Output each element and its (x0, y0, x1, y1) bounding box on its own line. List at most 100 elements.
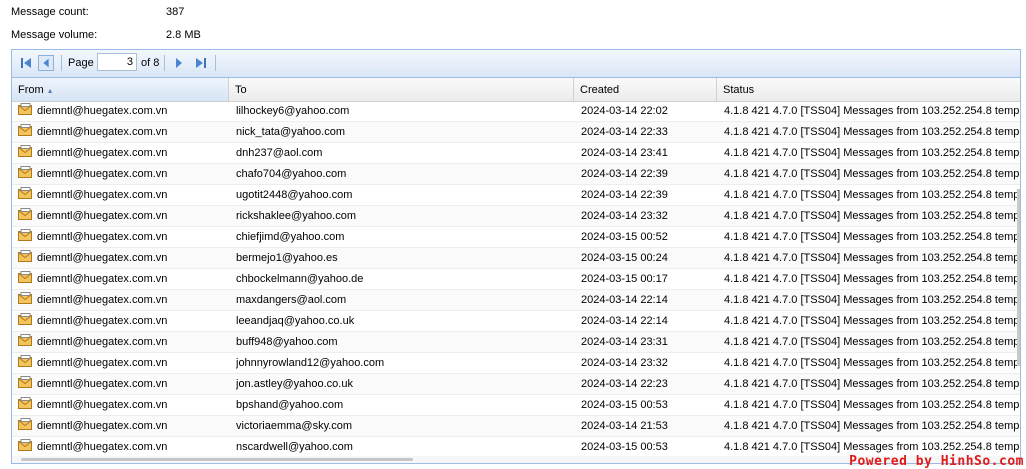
message-grid: Page of 8 From▲ To Created Status diemnt… (11, 49, 1021, 464)
from-cell: diemntl@huegatex.com.vn (18, 185, 228, 205)
to-address: victoriaemma@sky.com (236, 420, 353, 432)
column-header-from-label: From (18, 84, 44, 96)
from-cell: diemntl@huegatex.com.vn (18, 437, 228, 457)
table-row[interactable]: diemntl@huegatex.com.vn nick_tata@yahoo.c… (12, 122, 1020, 143)
to-address: chiefjimd@yahoo.com (236, 231, 345, 243)
status-text: 4.1.8 421 4.7.0 [TSS04] Messages from 10… (724, 126, 1020, 138)
previous-page-icon[interactable] (38, 55, 54, 71)
envelope-icon (18, 166, 33, 179)
toolbar-separator (164, 55, 165, 71)
message-volume-row: Message volume: 2.8 MB (11, 23, 411, 46)
message-count-value: 387 (166, 6, 185, 18)
table-row[interactable]: diemntl@huegatex.com.vn maxdangers@aol.co… (12, 290, 1020, 311)
column-header-from[interactable]: From ▲ (12, 78, 229, 101)
toolbar-separator (215, 55, 216, 71)
from-cell: diemntl@huegatex.com.vn (18, 332, 228, 352)
envelope-icon (18, 418, 33, 431)
sort-ascending-icon: ▲ (46, 88, 54, 95)
status-text: 4.1.8 421 4.7.0 [TSS04] Messages from 10… (724, 420, 1020, 432)
to-address: johnnyrowland12@yahoo.com (236, 357, 385, 369)
to-address: buff948@yahoo.com (236, 336, 338, 348)
watermark: Powered by HinhSo.com (849, 454, 1024, 469)
to-address: leeandjaq@yahoo.co.uk (236, 315, 355, 327)
table-row[interactable]: diemntl@huegatex.com.vn leeandjaq@yahoo.c… (12, 311, 1020, 332)
from-address: diemntl@huegatex.com.vn (37, 315, 168, 327)
to-address: ugotit2448@yahoo.com (236, 189, 353, 201)
column-header-status[interactable]: Status (717, 78, 1020, 101)
from-cell: diemntl@huegatex.com.vn (18, 269, 228, 289)
from-cell: diemntl@huegatex.com.vn (18, 164, 228, 184)
status-text: 4.1.8 421 4.7.0 [TSS04] Messages from 10… (724, 210, 1020, 222)
status-text: 4.1.8 421 4.7.0 [TSS04] Messages from 10… (724, 378, 1020, 390)
table-row[interactable]: diemntl@huegatex.com.vn bpshand@yahoo.com… (12, 395, 1020, 416)
paging-toolbar: Page of 8 (12, 50, 1020, 78)
from-address: diemntl@huegatex.com.vn (37, 105, 168, 117)
status-text: 4.1.8 421 4.7.0 [TSS04] Messages from 10… (724, 273, 1020, 285)
table-row[interactable]: diemntl@huegatex.com.vn rickshaklee@yahoo… (12, 206, 1020, 227)
from-address: diemntl@huegatex.com.vn (37, 147, 168, 159)
table-row[interactable]: diemntl@huegatex.com.vn chafo704@yahoo.co… (12, 164, 1020, 185)
table-row[interactable]: diemntl@huegatex.com.vn buff948@yahoo.com… (12, 332, 1020, 353)
envelope-icon (18, 334, 33, 347)
message-volume-label: Message volume: (11, 29, 98, 41)
from-address: diemntl@huegatex.com.vn (37, 210, 168, 222)
horizontal-scrollbar-thumb[interactable] (21, 458, 413, 461)
to-address: maxdangers@aol.com (236, 294, 347, 306)
to-address: rickshaklee@yahoo.com (236, 210, 356, 222)
first-page-icon[interactable] (18, 55, 34, 71)
envelope-icon (18, 250, 33, 263)
from-address: diemntl@huegatex.com.vn (37, 273, 168, 285)
table-row[interactable]: diemntl@huegatex.com.vn jon.astley@yahoo.… (12, 374, 1020, 395)
column-header-status-label: Status (723, 84, 755, 96)
status-text: 4.1.8 421 4.7.0 [TSS04] Messages from 10… (724, 336, 1020, 348)
table-row[interactable]: diemntl@huegatex.com.vn ugotit2448@yahoo.… (12, 185, 1020, 206)
to-address: chafo704@yahoo.com (236, 168, 347, 180)
from-address: diemntl@huegatex.com.vn (37, 378, 168, 390)
from-address: diemntl@huegatex.com.vn (37, 231, 168, 243)
to-address: chbockelmann@yahoo.de (236, 273, 364, 285)
from-address: diemntl@huegatex.com.vn (37, 420, 168, 432)
grid-body: diemntl@huegatex.com.vn lilhockey6@yahoo.… (12, 101, 1020, 458)
table-row[interactable]: diemntl@huegatex.com.vn johnnyrowland12@y… (12, 353, 1020, 374)
created-time: 2024-03-15 00:53 (581, 399, 668, 411)
vertical-scrollbar[interactable] (1017, 189, 1020, 366)
from-address: diemntl@huegatex.com.vn (37, 126, 168, 138)
page-number-input[interactable] (97, 53, 137, 71)
table-row[interactable]: diemntl@huegatex.com.vn chbockelmann@yaho… (12, 269, 1020, 290)
message-volume-value: 2.8 MB (166, 29, 201, 41)
status-text: 4.1.8 421 4.7.0 [TSS04] Messages from 10… (724, 168, 1020, 180)
from-cell: diemntl@huegatex.com.vn (18, 101, 228, 121)
from-address: diemntl@huegatex.com.vn (37, 189, 168, 201)
from-address: diemntl@huegatex.com.vn (37, 252, 168, 264)
to-address: nick_tata@yahoo.com (236, 126, 346, 138)
column-header-to-label: To (235, 84, 247, 96)
envelope-icon (18, 313, 33, 326)
from-cell: diemntl@huegatex.com.vn (18, 395, 228, 415)
message-count-row: Message count: 387 (11, 0, 411, 23)
to-address: bermejo1@yahoo.es (236, 252, 338, 264)
status-text: 4.1.8 421 4.7.0 [TSS04] Messages from 10… (724, 189, 1020, 201)
status-text: 4.1.8 421 4.7.0 [TSS04] Messages from 10… (724, 315, 1020, 327)
column-header-created-label: Created (580, 84, 620, 96)
from-cell: diemntl@huegatex.com.vn (18, 227, 228, 247)
table-row[interactable]: diemntl@huegatex.com.vn bermejo1@yahoo.es… (12, 248, 1020, 269)
next-page-icon[interactable] (171, 55, 187, 71)
from-cell: diemntl@huegatex.com.vn (18, 122, 228, 142)
created-time: 2024-03-14 23:32 (581, 210, 668, 222)
status-text: 4.1.8 421 4.7.0 [TSS04] Messages from 10… (724, 357, 1020, 369)
created-time: 2024-03-14 22:39 (581, 189, 668, 201)
table-row[interactable]: diemntl@huegatex.com.vn victoriaemma@sky.… (12, 416, 1020, 437)
from-cell: diemntl@huegatex.com.vn (18, 353, 228, 373)
column-header-to[interactable]: To (229, 78, 574, 101)
envelope-icon (18, 229, 33, 242)
column-header-created[interactable]: Created (574, 78, 717, 101)
table-row[interactable]: diemntl@huegatex.com.vn dnh237@aol.com 202… (12, 143, 1020, 164)
status-text: 4.1.8 421 4.7.0 [TSS04] Messages from 10… (724, 252, 1020, 264)
table-row[interactable]: diemntl@huegatex.com.vn chiefjimd@yahoo.c… (12, 227, 1020, 248)
status-text: 4.1.8 421 4.7.0 [TSS04] Messages from 10… (724, 105, 1020, 117)
status-text: 4.1.8 421 4.7.0 [TSS04] Messages from 10… (724, 147, 1020, 159)
table-row[interactable]: diemntl@huegatex.com.vn lilhockey6@yahoo.… (12, 101, 1020, 122)
to-address: jon.astley@yahoo.co.uk (236, 378, 353, 390)
from-address: diemntl@huegatex.com.vn (37, 168, 168, 180)
last-page-icon[interactable] (193, 55, 209, 71)
